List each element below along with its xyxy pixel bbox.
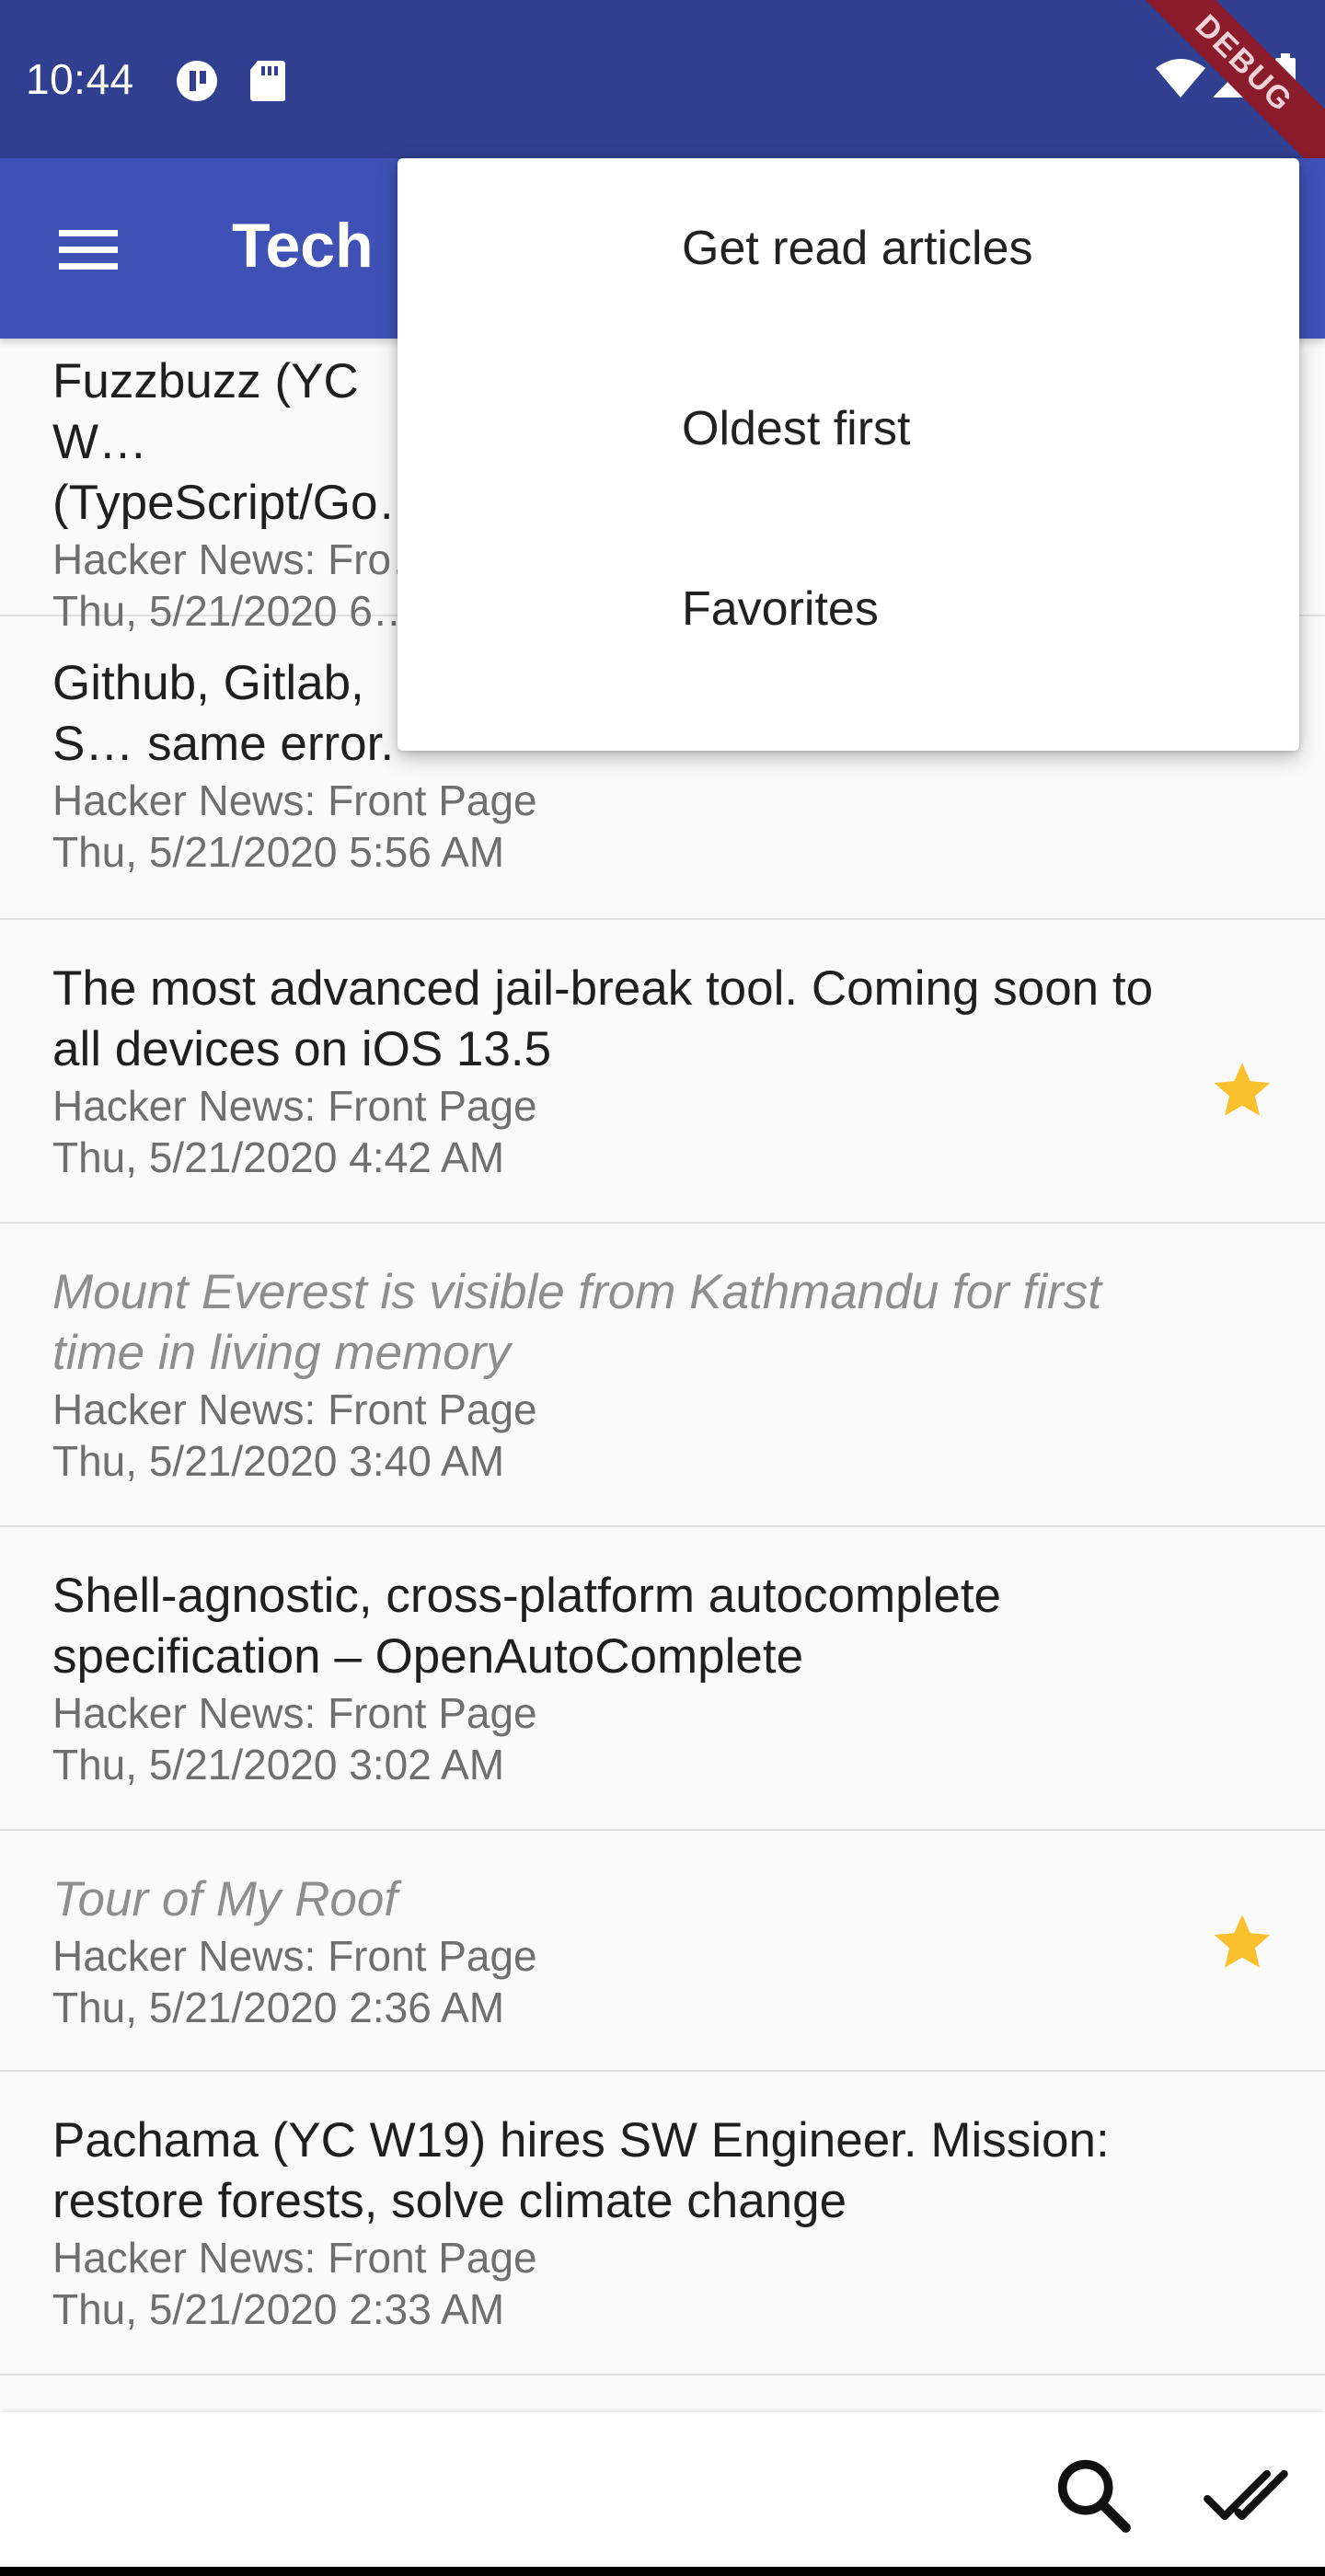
article-source: Hacker News: Front Page (52, 1689, 537, 1737)
article-source: Hacker News: Front Page (52, 1386, 537, 1433)
article-row[interactable]: Shell-agnostic, cross-platform autocompl… (0, 1527, 1325, 1831)
article-row[interactable]: The most advanced jail-break tool. Comin… (0, 920, 1325, 1224)
article-title: Github, Gitlab, S… same error. (52, 656, 395, 771)
menu-item-get-read-articles[interactable]: Get read articles (398, 158, 1299, 339)
article-date: Thu, 5/21/2020 3:40 AM (52, 1437, 505, 1485)
media-pause-icon (175, 59, 219, 108)
sd-card-icon (248, 59, 287, 108)
overflow-popup-menu: Get read articles Oldest first Favorites (398, 158, 1299, 751)
article-row[interactable]: Mount Everest is visible from Kathmandu … (0, 1224, 1325, 1527)
article-date: Thu, 5/21/2020 5:56 AM (52, 828, 505, 876)
article-row[interactable]: Tour of My Roof Hacker News: Front Page … (0, 1831, 1325, 2072)
favorite-star-icon[interactable] (1209, 1910, 1275, 1979)
search-icon (1047, 2459, 1139, 2545)
double-check-icon (1202, 2469, 1294, 2545)
menu-item-oldest-first[interactable]: Oldest first (398, 339, 1299, 519)
article-row[interactable]: Pachama (YC W19) hires SW Engineer. Miss… (0, 2072, 1325, 2375)
article-title: Tour of My Roof (52, 1872, 398, 1926)
article-source: Hacker News: Front Page (52, 1082, 537, 1130)
article-source: Hacker News: Front Page (52, 1932, 537, 1980)
article-date: Thu, 5/21/2020 2:33 AM (52, 2285, 505, 2333)
search-button[interactable] (1047, 2449, 1139, 2541)
menu-button[interactable] (39, 212, 140, 294)
article-title: The most advanced jail-break tool. Comin… (52, 961, 1154, 1076)
article-date: Thu, 5/21/2020 4:42 AM (52, 1133, 505, 1181)
navigation-bar (0, 2567, 1325, 2576)
bottom-action-bar (0, 2412, 1325, 2569)
favorite-star-icon[interactable] (1209, 1058, 1275, 1127)
mark-all-read-button[interactable] (1202, 2449, 1294, 2541)
page-title: Tech (232, 211, 374, 281)
article-title: Mount Everest is visible from Kathmandu … (52, 1265, 1101, 1380)
article-source: Hacker News: Fro… (52, 535, 402, 583)
article-date: Thu, 5/21/2020 3:02 AM (52, 1741, 505, 1788)
article-source: Hacker News: Front Page (52, 2234, 537, 2282)
article-source: Hacker News: Front Page (52, 776, 537, 824)
menu-item-favorites[interactable]: Favorites (398, 519, 1299, 699)
article-title: Shell-agnostic, cross-platform autocompl… (52, 1569, 1002, 1684)
status-bar: 10:44 DEBUG (0, 0, 1325, 179)
status-time: 10:44 (26, 55, 134, 103)
app-screen: 10:44 DEBUG Tech Fuzzbuzz (YC W… (TypeSc… (0, 0, 1325, 2576)
article-title: Pachama (YC W19) hires SW Engineer. Miss… (52, 2113, 1110, 2228)
wifi-icon (1154, 57, 1207, 104)
article-date: Thu, 5/21/2020 2:36 AM (52, 1984, 505, 2031)
article-title: Fuzzbuzz (YC W… (TypeScript/Go… (52, 354, 427, 530)
